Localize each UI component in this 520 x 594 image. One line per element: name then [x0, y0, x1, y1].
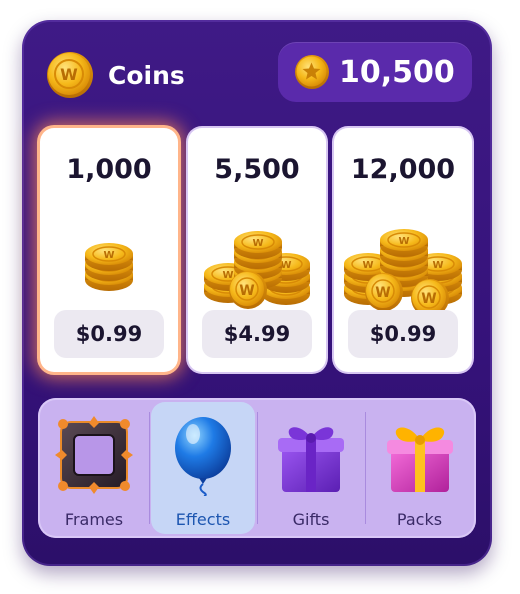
- tab-divider: [257, 412, 258, 524]
- buy-button[interactable]: $4.99: [202, 310, 312, 358]
- tab-label: Frames: [64, 510, 124, 529]
- category-tab-bar: Frames Effects Gifts Packs: [38, 398, 476, 538]
- offer-coin-amount: 12,000: [350, 154, 456, 185]
- coin-offer-card[interactable]: 12,000 $0.99: [334, 128, 472, 372]
- tab-gifts[interactable]: Gifts: [259, 402, 363, 534]
- tab-divider: [149, 412, 150, 524]
- coin-balance: 10,500: [278, 42, 472, 102]
- gift-pack-icon: [379, 414, 461, 496]
- buy-button[interactable]: $0.99: [54, 310, 164, 358]
- shop-title: Coins: [108, 60, 185, 90]
- coin-offer-card[interactable]: 5,500 $4.99: [188, 128, 326, 372]
- balloon-icon: [162, 414, 244, 497]
- tab-divider: [365, 412, 366, 524]
- shop-title-group: W Coins: [46, 50, 185, 100]
- balance-amount: 10,500: [339, 54, 455, 90]
- tab-frames[interactable]: Frames: [42, 402, 146, 534]
- tab-label: Gifts: [292, 510, 330, 529]
- buy-button[interactable]: $0.99: [348, 310, 458, 358]
- tab-label: Effects: [175, 510, 231, 529]
- svg-text:W: W: [60, 65, 78, 84]
- tab-label: Packs: [396, 510, 443, 529]
- star-coin-icon: [294, 54, 330, 90]
- frame-icon: [53, 414, 135, 496]
- coin-pile-large-icon: [334, 200, 472, 318]
- coin-shop-panel: W Coins 10,500 1,000 $0.99 5,500 $4.99 1…: [22, 20, 492, 566]
- gift-icon: [270, 414, 352, 496]
- tab-packs[interactable]: Packs: [367, 402, 472, 534]
- offer-coin-amount: 5,500: [214, 154, 300, 185]
- offer-coin-amount: 1,000: [66, 154, 152, 185]
- shop-header: W Coins 10,500: [22, 20, 492, 128]
- coin-icon: W: [46, 51, 94, 99]
- coin-offer-card[interactable]: 1,000 $0.99: [40, 128, 178, 372]
- coin-pile-medium-icon: [188, 200, 326, 310]
- coin-stack-small-icon: [40, 200, 178, 310]
- tab-effects[interactable]: Effects: [151, 402, 255, 534]
